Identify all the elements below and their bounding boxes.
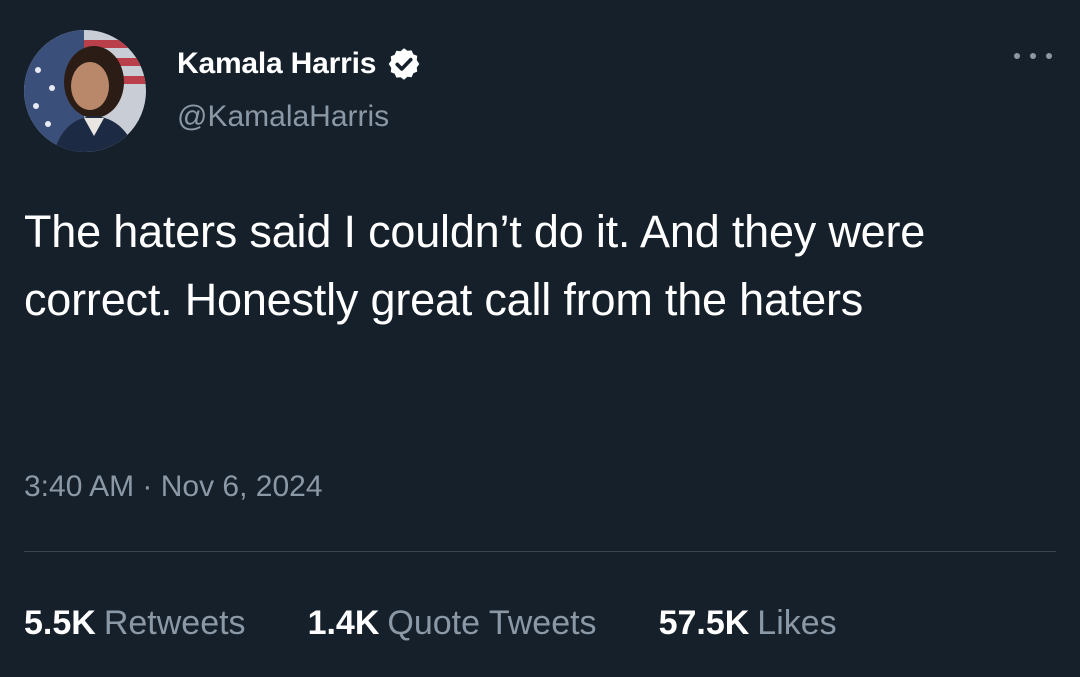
likes-stat[interactable]: 57.5K Likes xyxy=(659,604,837,643)
tweet-text: The haters said I couldn’t do it. And th… xyxy=(24,206,926,325)
author-name-row: Kamala Harris xyxy=(177,44,422,84)
quote-tweets-label: Quote Tweets xyxy=(387,604,597,642)
retweets-count: 5.5K xyxy=(24,604,96,642)
likes-count: 57.5K xyxy=(658,604,750,642)
likes-label: Likes xyxy=(757,604,837,642)
tweet-timestamp[interactable]: 3:40 AM · Nov 6, 2024 xyxy=(24,470,323,504)
retweets-label: Retweets xyxy=(103,604,246,642)
author-handle[interactable]: @KamalaHarris xyxy=(177,100,389,134)
divider xyxy=(24,551,1056,552)
more-options-icon[interactable] xyxy=(1014,46,1052,66)
verified-badge-icon xyxy=(388,48,420,80)
author-display-name[interactable]: Kamala Harris xyxy=(177,47,376,81)
quote-tweets-stat[interactable]: 1.4K Quote Tweets xyxy=(308,604,597,643)
quote-tweets-count: 1.4K xyxy=(307,604,380,642)
tweet-card: Kamala Harris @KamalaHarris The haters s… xyxy=(0,0,1080,677)
retweets-stat[interactable]: 5.5K Retweets xyxy=(24,604,246,643)
engagement-stats: 5.5K Retweets 1.4K Quote Tweets 57.5K Likes xyxy=(24,604,837,643)
avatar[interactable] xyxy=(24,30,146,152)
avatar-photo xyxy=(24,30,146,152)
